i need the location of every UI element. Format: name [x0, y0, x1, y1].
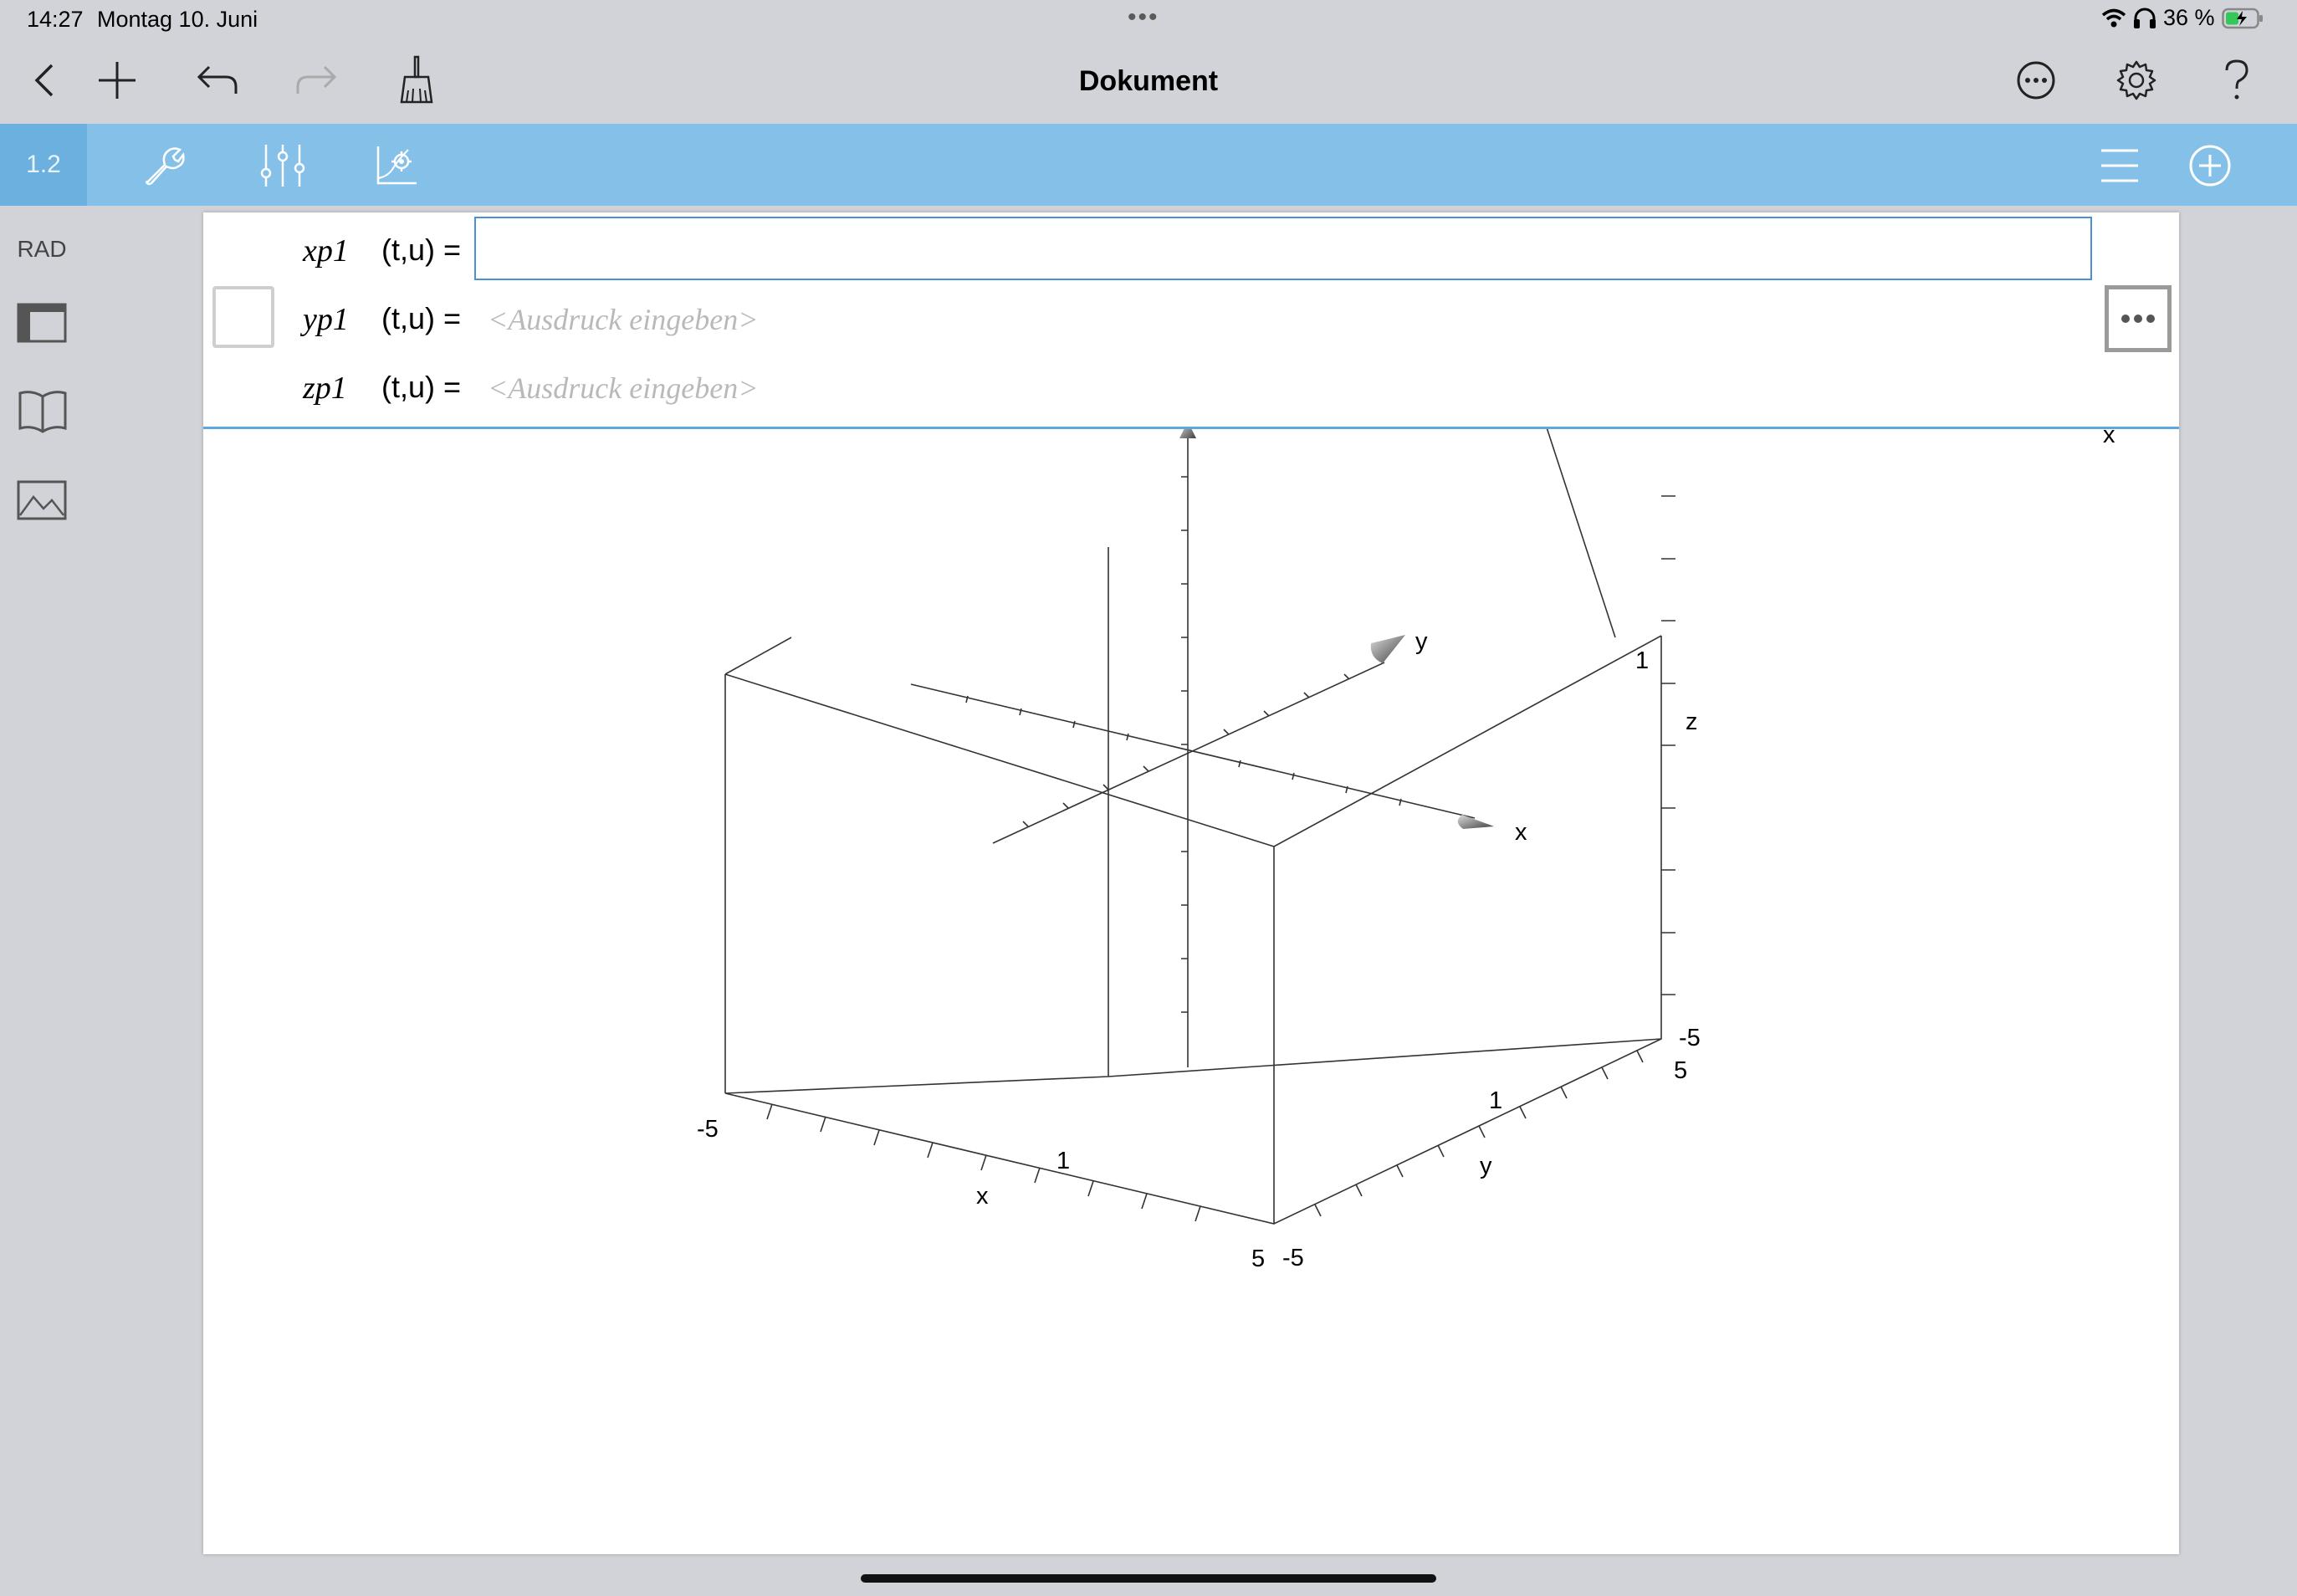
battery-icon	[2221, 8, 2263, 28]
x-axis-label: x	[1515, 819, 1527, 846]
x-title-label: x	[976, 1183, 989, 1210]
tools-button[interactable]	[137, 139, 191, 192]
z-edge-ticks	[1661, 495, 1675, 995]
z-axis-label: z	[1686, 708, 1698, 735]
z-min-label: -5	[1679, 1025, 1701, 1051]
document-title: Dokument	[1078, 65, 1219, 97]
yp1-name: yp1	[303, 302, 349, 337]
add-page-button[interactable]	[2183, 139, 2237, 192]
book-icon[interactable]	[15, 386, 70, 437]
top-edge-clipped	[724, 424, 1616, 675]
zp1-name: zp1	[303, 371, 347, 406]
help-button[interactable]	[2210, 54, 2264, 107]
yp1-input[interactable]: <Ausdruck eingeben>	[488, 302, 759, 337]
home-indicator[interactable]	[861, 1574, 1436, 1583]
more-circle-icon	[2017, 61, 2055, 100]
x-axis-arrow	[1457, 815, 1494, 829]
attributes-button[interactable]	[256, 139, 310, 192]
multitask-dots-icon[interactable]: •••	[1128, 3, 1159, 32]
graph-settings-icon	[376, 146, 417, 185]
wifi-icon	[2101, 8, 2126, 27]
image-icon[interactable]	[15, 475, 70, 525]
status-date: Montag 10. Juni	[97, 7, 258, 32]
graph-settings-button[interactable]	[370, 139, 423, 192]
x-max-label: 5	[1251, 1246, 1265, 1272]
entry-more-button[interactable]	[2105, 285, 2172, 352]
settings-button[interactable]	[2110, 54, 2163, 107]
status-time: 14:27	[27, 7, 84, 32]
y-axis-line	[992, 662, 1385, 844]
help-icon	[2225, 59, 2248, 100]
zp1-input[interactable]: <Ausdruck eingeben>	[488, 371, 759, 406]
y-axis-label: y	[1415, 628, 1428, 655]
y-axis-arrow	[1370, 635, 1405, 663]
battery-percent: 36 %	[2163, 5, 2215, 30]
app-bar	[0, 124, 2297, 206]
xp1-args: (t,u) =	[381, 233, 462, 267]
y-edge-ticks	[1314, 1050, 1644, 1217]
xp1-name: xp1	[303, 233, 349, 269]
status-indicators: 36 %	[2101, 5, 2264, 31]
headphones-icon	[2134, 8, 2156, 28]
zp1-args: (t,u) =	[381, 370, 462, 404]
y-title-label: y	[1480, 1153, 1492, 1179]
y-mid-label: 1	[1489, 1087, 1502, 1114]
more-options-button[interactable]	[2009, 54, 2063, 107]
layout-icon[interactable]	[15, 298, 70, 348]
xp1-input[interactable]	[474, 217, 2092, 280]
sliders-icon	[260, 145, 305, 187]
axis-ticks	[965, 476, 1402, 1013]
wrench-icon	[145, 147, 185, 186]
box-edges	[724, 547, 1662, 1225]
yp1-checkbox[interactable]	[212, 286, 274, 348]
z-mid-label: 1	[1635, 647, 1649, 674]
x-min-label: -5	[697, 1116, 719, 1143]
document-menu-button[interactable]	[2093, 139, 2146, 192]
yp1-args: (t,u) =	[381, 301, 462, 335]
menu-icon	[2101, 149, 2138, 182]
gear-icon	[2116, 60, 2156, 100]
page-tab[interactable]: 1.2	[0, 124, 87, 206]
x-mid-label: 1	[1056, 1148, 1070, 1174]
angle-mode-label[interactable]: RAD	[0, 236, 84, 263]
add-circle-icon	[2189, 145, 2231, 187]
y-min-label: -5	[1282, 1245, 1304, 1271]
y-max-label: 5	[1674, 1057, 1687, 1084]
